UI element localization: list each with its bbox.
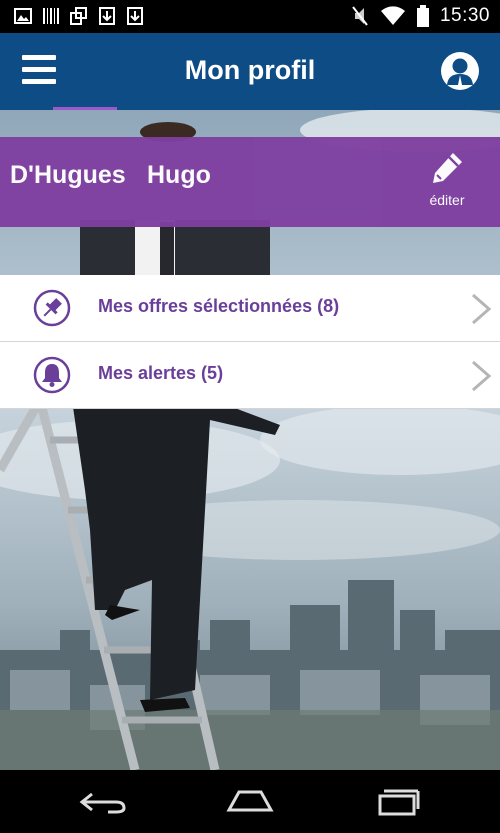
download-icon xyxy=(99,7,115,25)
alerts-row[interactable]: Mes alertes (5) xyxy=(0,342,500,409)
battery-icon xyxy=(416,5,429,27)
wifi-icon xyxy=(380,6,405,25)
profile-name-band: D'Hugues Hugo éditer xyxy=(0,137,500,227)
windows-icon xyxy=(70,7,87,25)
chevron-right-icon xyxy=(472,293,492,325)
selected-offers-row[interactable]: Mes offres sélectionnées (8) xyxy=(0,275,500,342)
pencil-icon xyxy=(433,153,462,183)
mute-icon xyxy=(352,6,368,26)
barcode-icon xyxy=(43,8,59,24)
first-name: Hugo xyxy=(147,161,211,189)
alerts-label: Mes alertes (5) xyxy=(98,363,224,383)
app-bar: Mon profil xyxy=(0,33,500,111)
page-title: Mon profil xyxy=(184,55,316,85)
clock: 15:30 xyxy=(439,5,490,26)
image-icon xyxy=(14,8,32,24)
selected-offers-label: Mes offres sélectionnées (8) xyxy=(98,296,340,316)
edit-label: éditer xyxy=(429,192,465,208)
last-name: D'Hugues xyxy=(10,161,126,189)
notification-icons xyxy=(14,7,144,25)
edit-profile-button[interactable]: éditer xyxy=(424,151,470,211)
user-profile-icon[interactable] xyxy=(440,51,480,91)
home-icon[interactable] xyxy=(225,784,275,820)
system-nav-bar xyxy=(0,770,500,833)
status-bar: 15:30 xyxy=(0,0,500,33)
recents-icon[interactable] xyxy=(372,784,422,820)
chevron-right-icon xyxy=(472,360,492,392)
system-icons: 15:30 xyxy=(350,5,490,27)
back-icon[interactable] xyxy=(78,784,128,820)
bell-icon xyxy=(33,356,71,394)
pin-icon xyxy=(33,289,71,327)
download-icon xyxy=(127,7,143,25)
